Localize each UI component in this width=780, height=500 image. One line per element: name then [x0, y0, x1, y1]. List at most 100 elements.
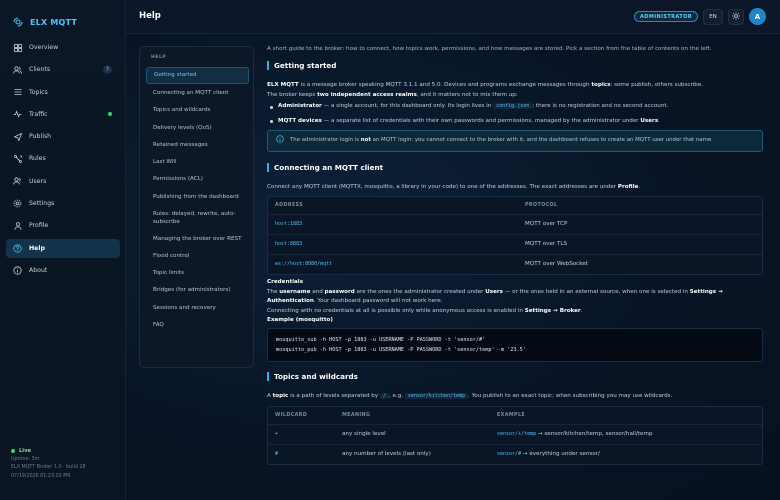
- live-dot: [11, 449, 15, 454]
- sidebar-item-label: Traffic: [29, 110, 48, 118]
- section-title-topics: Topics and wildcards: [267, 372, 763, 382]
- bold-term: Settings → Broker: [524, 307, 581, 314]
- credentials-text: The username and password are the ones t…: [267, 288, 763, 307]
- intro-paragraph: ELX MQTT is a message broker speaking MQ…: [267, 81, 763, 90]
- sidebar-item-label: Settings: [29, 200, 55, 208]
- table-row: # any number of levels (last only) senso…: [268, 443, 762, 464]
- table-header: ADDRESS PROTOCOL: [268, 197, 762, 214]
- sidebar-item-clients[interactable]: Clients 7: [6, 60, 120, 79]
- sidebar-item-label: Users: [29, 177, 47, 185]
- help-article: A short guide to the broker: how to conn…: [267, 45, 763, 465]
- toc-item-retained[interactable]: Retained messages: [146, 141, 249, 150]
- help-toc: HELP Getting started Connecting an MQTT …: [139, 46, 254, 368]
- address-cell: host:1883: [275, 221, 303, 228]
- bold-term: Users: [485, 288, 503, 295]
- note-text: The administrator login is not an MQTT l…: [290, 136, 713, 145]
- sidebar-item-label: Clients: [29, 66, 51, 74]
- address-cell: host:8883: [275, 241, 303, 248]
- main-content: HELP Getting started Connecting an MQTT …: [126, 34, 780, 500]
- toc-item-rest[interactable]: Managing the broker over REST: [146, 235, 249, 244]
- build-info: ELX MQTT Broker 1.0 · build 28: [11, 465, 86, 471]
- bold-term: username: [279, 288, 311, 295]
- topics-term: topics: [591, 82, 611, 89]
- clients-count-badge: 7: [103, 65, 112, 75]
- example-code: sensor/#: [497, 450, 522, 457]
- toc-heading: HELP: [151, 55, 167, 60]
- grid-icon: [13, 43, 22, 52]
- address-table: ADDRESS PROTOCOL host:1883 MQTT over TCP…: [267, 196, 763, 276]
- toc-item-getting-started[interactable]: Getting started: [146, 67, 249, 84]
- role-badge: ADMINISTRATOR: [634, 11, 698, 22]
- theme-toggle-button[interactable]: [728, 8, 744, 25]
- sidebar-item-topics[interactable]: Topics: [6, 83, 120, 102]
- text-span: an MQTT login: you cannot connect to the…: [370, 137, 713, 144]
- person-icon: [13, 221, 22, 230]
- protocol-cell: MQTT over TLS: [525, 241, 568, 248]
- sidebar-item-label: About: [29, 266, 48, 274]
- bold-term: Settings →: [689, 288, 723, 295]
- page-title: Help: [139, 11, 161, 21]
- sidebar-footer: Live Uptime: 3m ELX MQTT Broker 1.0 · bu…: [11, 447, 86, 481]
- text-span: .: [580, 307, 583, 314]
- avatar[interactable]: A: [749, 8, 766, 25]
- toc-item-rules[interactable]: Rules: delayed, rewrite, auto-subscribe: [146, 210, 249, 227]
- code-line: mosquitto_sub -h HOST -p 1883 -u USERNAM…: [276, 337, 486, 344]
- sidebar-item-about[interactable]: About: [6, 261, 120, 280]
- toc-item-topics[interactable]: Topics and wildcards: [146, 106, 249, 115]
- uptime: Uptime: 3m: [11, 456, 40, 462]
- toc-list: Getting started Connecting an MQTT clien…: [146, 67, 249, 338]
- protocol-cell: MQTT over TCP: [525, 221, 568, 228]
- toc-item-flood-control[interactable]: Flood control: [146, 252, 249, 261]
- table-row: ws://host:8080/mqtt MQTT over WebSocket: [268, 254, 762, 274]
- text-span: — a separate list of credentials with th…: [321, 117, 641, 124]
- toc-item-connecting[interactable]: Connecting an MQTT client: [146, 89, 249, 98]
- text-span: are the ones the administrator created u…: [354, 288, 486, 295]
- text-span: , and it matters not to mix them up:: [416, 91, 518, 98]
- table-row: + any single level sensor/+/temp → senso…: [268, 423, 762, 444]
- toc-item-qos[interactable]: Delivery levels (QoS): [146, 124, 249, 133]
- table-header: WILDCARD MEANING EXAMPLE: [268, 407, 762, 424]
- sidebar-item-traffic[interactable]: Traffic: [6, 105, 120, 124]
- config-file-code: config.json: [493, 103, 533, 110]
- sidebar-item-overview[interactable]: Overview: [6, 38, 120, 57]
- toc-item-faq[interactable]: FAQ: [146, 321, 249, 330]
- toc-item-last-will[interactable]: Last Will: [146, 158, 249, 167]
- code-line: mosquitto_pub -h HOST -p 1883 -u USERNAM…: [276, 347, 526, 354]
- text-span: is a message broker speaking MQTT 3.1.1 …: [298, 82, 592, 89]
- text-span: and: [310, 288, 325, 295]
- brand-mention: ELX MQTT: [267, 82, 299, 89]
- bold-term: password: [324, 288, 355, 295]
- sidebar-item-settings[interactable]: Settings: [6, 194, 120, 213]
- toc-item-acl[interactable]: Permissions (ACL): [146, 175, 249, 184]
- toc-item-bridges[interactable]: Bridges (for administrators): [146, 286, 249, 295]
- language-button[interactable]: EN: [703, 8, 723, 25]
- brand[interactable]: ELX MQTT: [12, 13, 77, 32]
- sidebar-item-users[interactable]: Users: [6, 172, 120, 191]
- toc-item-topic-limits[interactable]: Topic limits: [146, 269, 249, 278]
- wildcard-cell: #: [275, 450, 279, 457]
- code-block: mosquitto_sub -h HOST -p 1883 -u USERNAM…: [267, 328, 763, 363]
- sidebar-item-rules[interactable]: Rules: [6, 149, 120, 168]
- users-icon: [13, 65, 22, 74]
- toc-item-publishing[interactable]: Publishing from the dashboard: [146, 193, 249, 202]
- rules-icon: [13, 154, 22, 163]
- toc-item-sessions[interactable]: Sessions and recovery: [146, 304, 249, 313]
- text-span: Connecting with no credentials at all is…: [267, 307, 525, 314]
- sidebar-item-label: Rules: [29, 155, 46, 163]
- profile-link: Profile: [617, 184, 639, 191]
- meaning-cell: any number of levels (last only): [342, 450, 431, 457]
- header-actions: ADMINISTRATOR EN A: [634, 8, 766, 25]
- sidebar: ELX MQTT Overview Clients 7 Topics Traff…: [0, 0, 126, 500]
- column-header: WILDCARD: [275, 412, 308, 418]
- bold-term: Authentication: [267, 298, 314, 305]
- sidebar-item-profile[interactable]: Profile: [6, 216, 120, 235]
- sidebar-item-label: Publish: [29, 133, 52, 141]
- list-icon: [13, 88, 22, 97]
- bullet-administrator: Administrator — a single account, for th…: [267, 102, 763, 111]
- column-header: MEANING: [342, 412, 371, 418]
- topic-example-code: sensor/kitchen/temp: [404, 393, 469, 400]
- sidebar-item-help[interactable]: Help: [6, 238, 120, 258]
- sidebar-item-publish[interactable]: Publish: [6, 127, 120, 146]
- text-span: The: [267, 288, 280, 295]
- traffic-status-dot: [108, 112, 112, 117]
